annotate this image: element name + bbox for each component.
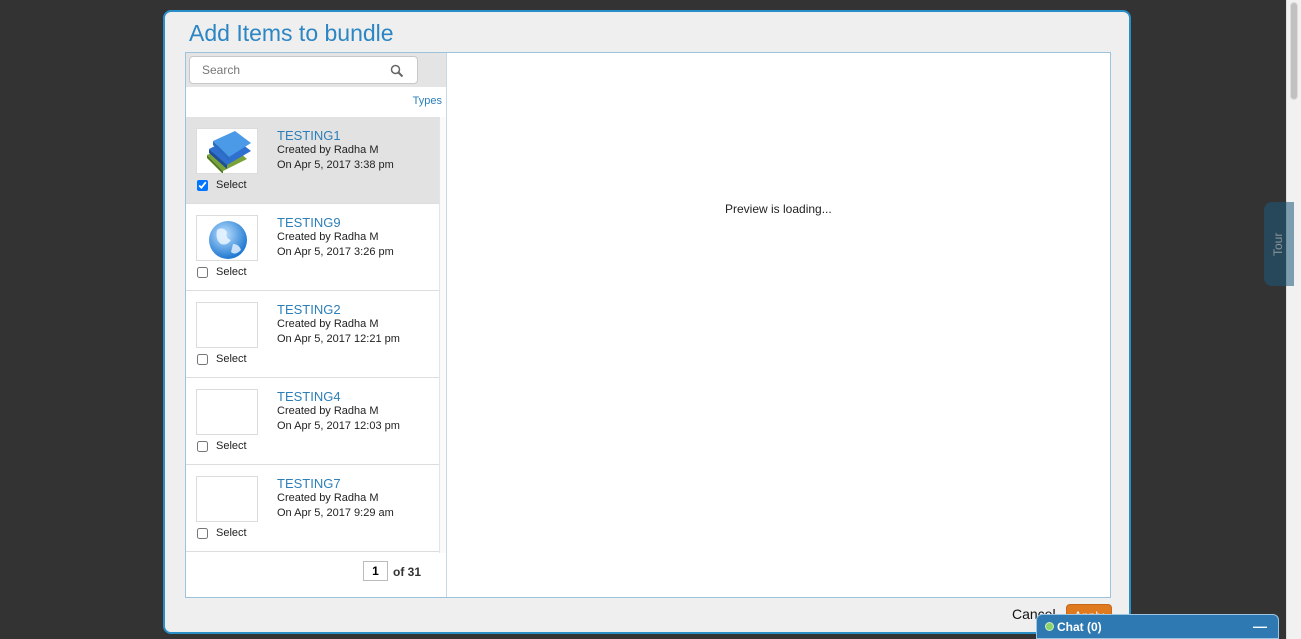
preview-status: Preview is loading... <box>725 202 832 216</box>
item-creator: Created by Radha M <box>277 405 379 417</box>
search-input[interactable] <box>202 63 382 77</box>
item-creator: Created by Radha M <box>277 318 379 330</box>
select-checkbox-row[interactable]: Select <box>197 266 247 278</box>
item-thumbnail <box>196 215 258 261</box>
scrollbar-thumb[interactable] <box>1290 2 1298 100</box>
item-title[interactable]: TESTING7 <box>277 476 341 491</box>
list-item[interactable]: TESTING9 Created by Radha M On Apr 5, 20… <box>186 204 439 291</box>
item-date: On Apr 5, 2017 9:29 am <box>277 507 394 519</box>
select-label: Select <box>216 527 247 539</box>
item-date: On Apr 5, 2017 12:21 pm <box>277 333 400 345</box>
types-link[interactable]: Types <box>413 95 442 107</box>
list-item[interactable]: TESTING7 Created by Radha M On Apr 5, 20… <box>186 465 439 552</box>
pager: of 31 <box>186 553 446 597</box>
item-creator: Created by Radha M <box>277 492 379 504</box>
minimize-icon[interactable]: — <box>1253 618 1267 634</box>
modal-panel: Types TESTING1 Created by <box>185 52 1111 598</box>
item-date: On Apr 5, 2017 12:03 pm <box>277 420 400 432</box>
search-box[interactable] <box>189 56 418 84</box>
item-title[interactable]: TESTING9 <box>277 215 341 230</box>
item-title[interactable]: TESTING2 <box>277 302 341 317</box>
page-scrollbar[interactable] <box>1286 0 1301 639</box>
list-item[interactable]: TESTING2 Created by Radha M On Apr 5, 20… <box>186 291 439 378</box>
item-thumbnail-empty <box>196 476 258 522</box>
select-checkbox[interactable] <box>197 527 208 539</box>
select-checkbox-row[interactable]: Select <box>197 353 247 365</box>
page-number-input[interactable] <box>363 561 388 581</box>
search-icon[interactable] <box>390 64 404 78</box>
chat-bar[interactable]: Chat (0) — <box>1036 614 1279 639</box>
modal-title: Add Items to bundle <box>189 20 394 46</box>
select-checkbox[interactable] <box>197 353 208 365</box>
globe-icon <box>209 221 247 259</box>
page-count: of 31 <box>393 565 422 579</box>
select-checkbox[interactable] <box>197 440 208 452</box>
list-item[interactable]: TESTING1 Created by Radha M On Apr 5, 20… <box>186 117 439 204</box>
select-checkbox-row[interactable]: Select <box>197 527 247 539</box>
item-title[interactable]: TESTING4 <box>277 389 341 404</box>
item-date: On Apr 5, 2017 3:38 pm <box>277 159 394 171</box>
item-date: On Apr 5, 2017 3:26 pm <box>277 246 394 258</box>
select-label: Select <box>216 353 247 365</box>
item-list-pane: Types TESTING1 Created by <box>186 53 447 597</box>
item-list: TESTING1 Created by Radha M On Apr 5, 20… <box>186 117 446 553</box>
search-bar <box>186 53 446 87</box>
list-item[interactable]: TESTING4 Created by Radha M On Apr 5, 20… <box>186 378 439 465</box>
item-creator: Created by Radha M <box>277 231 379 243</box>
select-label: Select <box>216 179 247 191</box>
item-creator: Created by Radha M <box>277 144 379 156</box>
select-label: Select <box>216 440 247 452</box>
tour-tab[interactable]: Tour <box>1264 202 1294 286</box>
select-label: Select <box>216 266 247 278</box>
books-icon <box>207 131 251 173</box>
select-checkbox-row[interactable]: Select <box>197 179 247 191</box>
item-title[interactable]: TESTING1 <box>277 128 341 143</box>
select-checkbox[interactable] <box>197 179 208 191</box>
select-checkbox-row[interactable]: Select <box>197 440 247 452</box>
preview-pane: Preview is loading... <box>447 53 1110 597</box>
add-items-modal: Add Items to bundle Types <box>163 10 1131 634</box>
list-scrollbar[interactable] <box>439 117 446 553</box>
select-checkbox[interactable] <box>197 266 208 278</box>
item-thumbnail-empty <box>196 389 258 435</box>
item-thumbnail <box>196 128 258 174</box>
tour-tab-label: Tour <box>1271 232 1285 256</box>
item-thumbnail-empty <box>196 302 258 348</box>
online-status-icon <box>1045 622 1054 631</box>
chat-label: Chat (0) <box>1057 620 1102 634</box>
